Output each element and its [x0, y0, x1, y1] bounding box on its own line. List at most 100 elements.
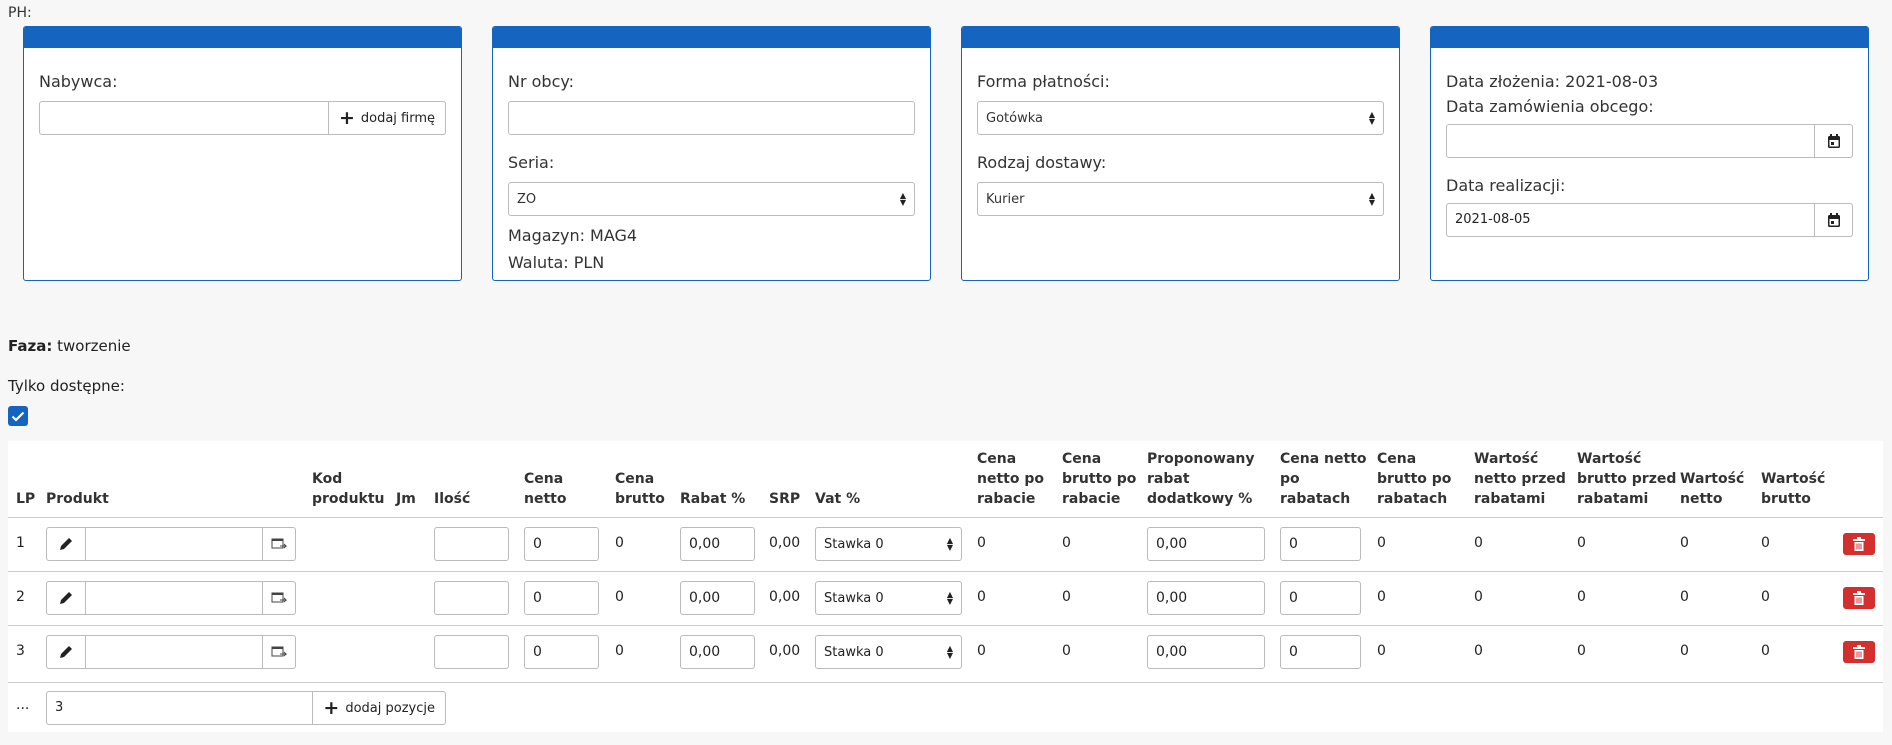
calendar-button[interactable]	[1815, 124, 1853, 158]
trash-icon	[1853, 537, 1865, 551]
cena-netto-po-rabatach-input[interactable]: 0	[1280, 581, 1361, 615]
product-input[interactable]	[86, 527, 263, 561]
wartosc-netto: 0	[1680, 589, 1689, 605]
data-zamowienia-input[interactable]	[1446, 124, 1815, 158]
data-realizacji-label: Data realizacji:	[1446, 176, 1566, 195]
product-input[interactable]	[86, 635, 263, 669]
cena-brutto-po-rabatach: 0	[1377, 535, 1386, 551]
edit-product-button[interactable]	[46, 581, 86, 615]
browse-product-button[interactable]	[263, 635, 296, 669]
proponowany-rabat-input[interactable]: 0,00	[1147, 581, 1265, 615]
vat-select[interactable]: Stawka 0 ▲ ▼	[815, 581, 962, 615]
edit-product-button[interactable]	[46, 635, 86, 669]
delete-row-button[interactable]	[1843, 641, 1875, 663]
pencil-icon	[60, 538, 72, 550]
srp-value: 0,00	[769, 535, 801, 551]
card-header	[962, 27, 1399, 48]
browse-product-button[interactable]	[263, 581, 296, 615]
buyer-input[interactable]	[39, 101, 329, 135]
col-header: Rabat %	[680, 491, 746, 507]
vat-select[interactable]: Stawka 0 ▲ ▼	[815, 527, 962, 561]
buyer-card: Nabywca: + dodaj firmę	[23, 26, 462, 281]
edit-product-button[interactable]	[46, 527, 86, 561]
wartosc-brutto-przed: 0	[1577, 535, 1586, 551]
select-arrows-icon: ▲ ▼	[946, 590, 953, 606]
nr-obcy-input[interactable]	[508, 101, 915, 135]
col-header: Cena brutto	[615, 471, 665, 507]
rodzaj-dostawy-value: Kurier	[986, 191, 1025, 207]
positions-table: LP Produkt Kod produktu Jm Ilość Cena ne…	[8, 441, 1883, 732]
seria-select[interactable]: ZO ▲ ▼	[508, 182, 915, 216]
cena-brutto-po-rabacie: 0	[1062, 643, 1071, 659]
cena-netto-input[interactable]: 0	[524, 635, 599, 669]
forma-platnosci-value: Gotówka	[986, 110, 1043, 126]
plus-icon: +	[323, 696, 340, 719]
wartosc-brutto: 0	[1761, 643, 1770, 659]
calendar-button[interactable]	[1815, 203, 1853, 237]
tylko-dostepne-checkbox[interactable]	[8, 406, 28, 426]
select-arrows-icon: ▲ ▼	[1368, 191, 1375, 207]
cena-brutto: 0	[615, 535, 624, 551]
product-field-group	[46, 635, 296, 669]
rabat-input[interactable]: 0,00	[680, 527, 755, 561]
trash-icon	[1853, 645, 1865, 659]
col-header: LP	[16, 491, 36, 507]
cena-brutto-po-rabatach: 0	[1377, 589, 1386, 605]
waluta-text: Waluta: PLN	[508, 253, 605, 272]
calendar-icon	[1827, 212, 1840, 227]
cena-netto-input[interactable]: 0	[524, 581, 599, 615]
add-company-button[interactable]: + dodaj firmę	[328, 101, 446, 135]
rodzaj-dostawy-select[interactable]: Kurier ▲ ▼	[977, 182, 1384, 216]
cena-netto-po-rabatach-input[interactable]: 0	[1280, 635, 1361, 669]
col-header: Cena brutto po rabacie	[1062, 451, 1137, 507]
data-zlozenia-text: Data złożenia: 2021-08-03	[1446, 72, 1659, 91]
add-position-button[interactable]: + dodaj pozycje	[313, 691, 446, 725]
col-header: Cena netto po rabatach	[1280, 451, 1367, 507]
browse-list-icon	[271, 592, 287, 603]
row-lp: 3	[16, 643, 25, 659]
product-input[interactable]	[86, 581, 263, 615]
cena-netto-po-rabacie: 0	[977, 535, 986, 551]
browse-product-button[interactable]	[263, 527, 296, 561]
col-header: Proponowany rabat dodatkowy %	[1147, 451, 1255, 507]
pencil-icon	[60, 592, 72, 604]
table-row: 2 0 0 0,00 0,00 Stawka 0 ▲ ▼ 0 0 0,00 0 0…	[8, 571, 1883, 626]
payment-card: Forma płatności: Gotówka ▲ ▼ Rodzaj dosta…	[961, 26, 1400, 281]
quantity-input[interactable]	[434, 527, 509, 561]
seria-label: Seria:	[508, 153, 555, 172]
forma-platnosci-label: Forma płatności:	[977, 72, 1110, 91]
nr-obcy-label: Nr obcy:	[508, 72, 575, 91]
select-arrows-icon: ▲ ▼	[1368, 110, 1375, 126]
delete-row-button[interactable]	[1843, 533, 1875, 555]
quantity-input[interactable]	[434, 581, 509, 615]
table-row: 3 0 0 0,00 0,00 Stawka 0 ▲ ▼ 0 0 0,00 0 0…	[8, 625, 1883, 680]
cena-brutto-po-rabacie: 0	[1062, 589, 1071, 605]
vat-select[interactable]: Stawka 0 ▲ ▼	[815, 635, 962, 669]
wartosc-brutto: 0	[1761, 589, 1770, 605]
cena-brutto: 0	[615, 643, 624, 659]
wartosc-netto-przed: 0	[1474, 643, 1483, 659]
vat-value: Stawka 0	[824, 536, 884, 552]
buyer-label: Nabywca:	[39, 72, 118, 91]
delete-row-button[interactable]	[1843, 587, 1875, 609]
data-realizacji-input[interactable]: 2021-08-05	[1446, 203, 1815, 237]
data-zamowienia-label: Data zamówienia obcego:	[1446, 97, 1654, 116]
forma-platnosci-select[interactable]: Gotówka ▲ ▼	[977, 101, 1384, 135]
position-count-input[interactable]: 3	[46, 691, 314, 725]
rabat-input[interactable]: 0,00	[680, 581, 755, 615]
cena-netto-po-rabatach-input[interactable]: 0	[1280, 527, 1361, 561]
proponowany-rabat-input[interactable]: 0,00	[1147, 635, 1265, 669]
col-header: Ilość	[434, 491, 471, 507]
cena-brutto: 0	[615, 589, 624, 605]
col-header: Wartość netto	[1680, 471, 1745, 507]
check-icon	[11, 411, 25, 422]
select-arrows-icon: ▲ ▼	[946, 644, 953, 660]
cena-netto-input[interactable]: 0	[524, 527, 599, 561]
wartosc-netto: 0	[1680, 643, 1689, 659]
rabat-input[interactable]: 0,00	[680, 635, 755, 669]
col-header: Cena netto	[524, 471, 567, 507]
row-lp: 1	[16, 535, 25, 551]
document-card: Nr obcy: Seria: ZO ▲ ▼ Magazyn: MAG4 Walu…	[492, 26, 931, 281]
quantity-input[interactable]	[434, 635, 509, 669]
proponowany-rabat-input[interactable]: 0,00	[1147, 527, 1265, 561]
